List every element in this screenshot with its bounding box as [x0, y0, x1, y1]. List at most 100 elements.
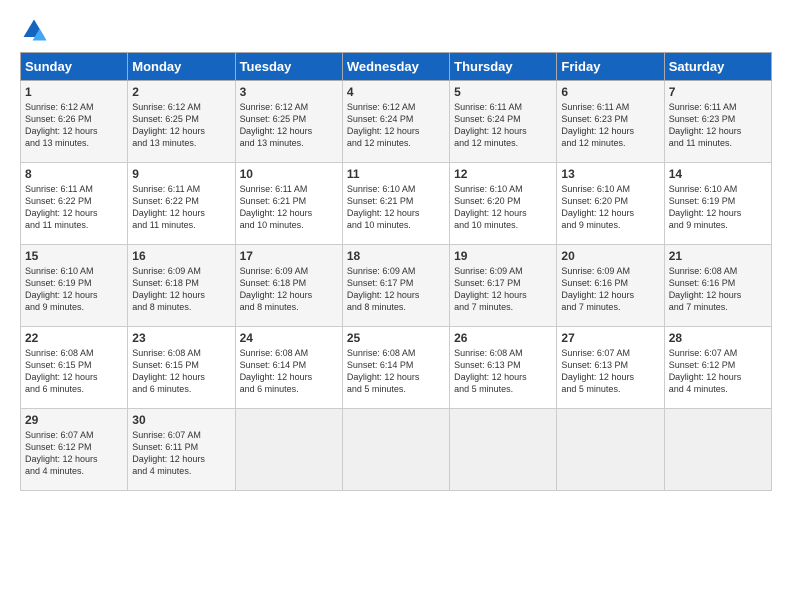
day-number: 7 [669, 85, 767, 99]
day-info: Sunrise: 6:08 AM Sunset: 6:13 PM Dayligh… [454, 347, 552, 396]
day-cell: 9 Sunrise: 6:11 AM Sunset: 6:22 PM Daylig… [128, 163, 235, 245]
week-row-2: 8 Sunrise: 6:11 AM Sunset: 6:22 PM Daylig… [21, 163, 772, 245]
header-cell-sunday: Sunday [21, 53, 128, 81]
day-info: Sunrise: 6:10 AM Sunset: 6:19 PM Dayligh… [25, 265, 123, 314]
day-number: 2 [132, 85, 230, 99]
day-number: 19 [454, 249, 552, 263]
day-info: Sunrise: 6:07 AM Sunset: 6:13 PM Dayligh… [561, 347, 659, 396]
day-number: 11 [347, 167, 445, 181]
day-cell: 5 Sunrise: 6:11 AM Sunset: 6:24 PM Daylig… [450, 81, 557, 163]
day-cell: 4 Sunrise: 6:12 AM Sunset: 6:24 PM Daylig… [342, 81, 449, 163]
day-number: 23 [132, 331, 230, 345]
day-info: Sunrise: 6:11 AM Sunset: 6:22 PM Dayligh… [132, 183, 230, 232]
day-cell: 17Sunrise: 6:09 AM Sunset: 6:18 PM Dayli… [235, 245, 342, 327]
day-info: Sunrise: 6:10 AM Sunset: 6:19 PM Dayligh… [669, 183, 767, 232]
day-info: Sunrise: 6:11 AM Sunset: 6:21 PM Dayligh… [240, 183, 338, 232]
day-info: Sunrise: 6:10 AM Sunset: 6:21 PM Dayligh… [347, 183, 445, 232]
day-cell: 14 Sunrise: 6:10 AM Sunset: 6:19 PM Dayli… [664, 163, 771, 245]
day-cell: 22 Sunrise: 6:08 AM Sunset: 6:15 PM Dayli… [21, 327, 128, 409]
day-cell: 13 Sunrise: 6:10 AM Sunset: 6:20 PM Dayli… [557, 163, 664, 245]
logo-icon [20, 16, 48, 44]
day-info: Sunrise: 6:09 AM Sunset: 6:17 PM Dayligh… [347, 265, 445, 314]
day-cell [557, 409, 664, 491]
day-number: 22 [25, 331, 123, 345]
day-cell: 16 Sunrise: 6:09 AM Sunset: 6:18 PM Dayli… [128, 245, 235, 327]
day-info: Sunrise: 6:08 AM Sunset: 6:15 PM Dayligh… [25, 347, 123, 396]
day-cell: 29 Sunrise: 6:07 AM Sunset: 6:12 PM Dayli… [21, 409, 128, 491]
day-info: Sunrise: 6:08 AM Sunset: 6:14 PM Dayligh… [240, 347, 338, 396]
day-cell: 27 Sunrise: 6:07 AM Sunset: 6:13 PM Dayli… [557, 327, 664, 409]
week-row-3: 15 Sunrise: 6:10 AM Sunset: 6:19 PM Dayli… [21, 245, 772, 327]
day-number: 1 [25, 85, 123, 99]
day-info: Sunrise: 6:11 AM Sunset: 6:22 PM Dayligh… [25, 183, 123, 232]
day-cell: 12 Sunrise: 6:10 AM Sunset: 6:20 PM Dayli… [450, 163, 557, 245]
day-number: 3 [240, 85, 338, 99]
day-info: Sunrise: 6:12 AM Sunset: 6:24 PM Dayligh… [347, 101, 445, 150]
day-number: 29 [25, 413, 123, 427]
day-number: 24 [240, 331, 338, 345]
day-cell: 11 Sunrise: 6:10 AM Sunset: 6:21 PM Dayli… [342, 163, 449, 245]
day-number: 17 [240, 249, 338, 263]
day-number: 12 [454, 167, 552, 181]
page-container: SundayMondayTuesdayWednesdayThursdayFrid… [0, 0, 792, 501]
day-number: 4 [347, 85, 445, 99]
day-info: Sunrise: 6:09 AM Sunset: 6:18 PM Dayligh… [132, 265, 230, 314]
day-info: Sunrise: 6:08 AM Sunset: 6:14 PM Dayligh… [347, 347, 445, 396]
day-number: 13 [561, 167, 659, 181]
week-row-1: 1 Sunrise: 6:12 AM Sunset: 6:26 PM Daylig… [21, 81, 772, 163]
day-number: 25 [347, 331, 445, 345]
header-cell-monday: Monday [128, 53, 235, 81]
day-number: 20 [561, 249, 659, 263]
day-info: Sunrise: 6:08 AM Sunset: 6:16 PM Dayligh… [669, 265, 767, 314]
day-number: 10 [240, 167, 338, 181]
day-number: 27 [561, 331, 659, 345]
day-info: Sunrise: 6:07 AM Sunset: 6:11 PM Dayligh… [132, 429, 230, 478]
day-number: 6 [561, 85, 659, 99]
day-cell: 2 Sunrise: 6:12 AM Sunset: 6:25 PM Daylig… [128, 81, 235, 163]
logo [20, 16, 52, 44]
header-cell-thursday: Thursday [450, 53, 557, 81]
day-number: 21 [669, 249, 767, 263]
header-cell-wednesday: Wednesday [342, 53, 449, 81]
day-info: Sunrise: 6:11 AM Sunset: 6:23 PM Dayligh… [669, 101, 767, 150]
day-number: 9 [132, 167, 230, 181]
calendar-table: SundayMondayTuesdayWednesdayThursdayFrid… [20, 52, 772, 491]
day-info: Sunrise: 6:12 AM Sunset: 6:25 PM Dayligh… [132, 101, 230, 150]
day-cell: 1 Sunrise: 6:12 AM Sunset: 6:26 PM Daylig… [21, 81, 128, 163]
day-cell: 3 Sunrise: 6:12 AM Sunset: 6:25 PM Daylig… [235, 81, 342, 163]
day-cell: 30 Sunrise: 6:07 AM Sunset: 6:11 PM Dayli… [128, 409, 235, 491]
week-row-4: 22 Sunrise: 6:08 AM Sunset: 6:15 PM Dayli… [21, 327, 772, 409]
day-info: Sunrise: 6:10 AM Sunset: 6:20 PM Dayligh… [561, 183, 659, 232]
day-number: 8 [25, 167, 123, 181]
header-cell-tuesday: Tuesday [235, 53, 342, 81]
week-row-5: 29 Sunrise: 6:07 AM Sunset: 6:12 PM Dayli… [21, 409, 772, 491]
day-info: Sunrise: 6:08 AM Sunset: 6:15 PM Dayligh… [132, 347, 230, 396]
day-cell: 10 Sunrise: 6:11 AM Sunset: 6:21 PM Dayli… [235, 163, 342, 245]
day-cell: 28Sunrise: 6:07 AM Sunset: 6:12 PM Dayli… [664, 327, 771, 409]
day-info: Sunrise: 6:10 AM Sunset: 6:20 PM Dayligh… [454, 183, 552, 232]
day-cell: 7 Sunrise: 6:11 AM Sunset: 6:23 PM Daylig… [664, 81, 771, 163]
day-info: Sunrise: 6:12 AM Sunset: 6:26 PM Dayligh… [25, 101, 123, 150]
day-cell: 21 Sunrise: 6:08 AM Sunset: 6:16 PM Dayli… [664, 245, 771, 327]
day-number: 26 [454, 331, 552, 345]
day-cell: 25 Sunrise: 6:08 AM Sunset: 6:14 PM Dayli… [342, 327, 449, 409]
day-info: Sunrise: 6:12 AM Sunset: 6:25 PM Dayligh… [240, 101, 338, 150]
day-info: Sunrise: 6:09 AM Sunset: 6:16 PM Dayligh… [561, 265, 659, 314]
day-info: Sunrise: 6:09 AM Sunset: 6:17 PM Dayligh… [454, 265, 552, 314]
day-number: 15 [25, 249, 123, 263]
day-cell: 19 Sunrise: 6:09 AM Sunset: 6:17 PM Dayli… [450, 245, 557, 327]
day-cell: 20 Sunrise: 6:09 AM Sunset: 6:16 PM Dayli… [557, 245, 664, 327]
day-number: 5 [454, 85, 552, 99]
header [20, 16, 772, 44]
day-info: Sunrise: 6:07 AM Sunset: 6:12 PM Dayligh… [25, 429, 123, 478]
day-cell [664, 409, 771, 491]
day-cell: 15 Sunrise: 6:10 AM Sunset: 6:19 PM Dayli… [21, 245, 128, 327]
calendar-body: 1 Sunrise: 6:12 AM Sunset: 6:26 PM Daylig… [21, 81, 772, 491]
day-number: 30 [132, 413, 230, 427]
day-number: 16 [132, 249, 230, 263]
day-number: 18 [347, 249, 445, 263]
calendar-header: SundayMondayTuesdayWednesdayThursdayFrid… [21, 53, 772, 81]
day-cell: 26 Sunrise: 6:08 AM Sunset: 6:13 PM Dayli… [450, 327, 557, 409]
day-info: Sunrise: 6:11 AM Sunset: 6:24 PM Dayligh… [454, 101, 552, 150]
day-number: 14 [669, 167, 767, 181]
